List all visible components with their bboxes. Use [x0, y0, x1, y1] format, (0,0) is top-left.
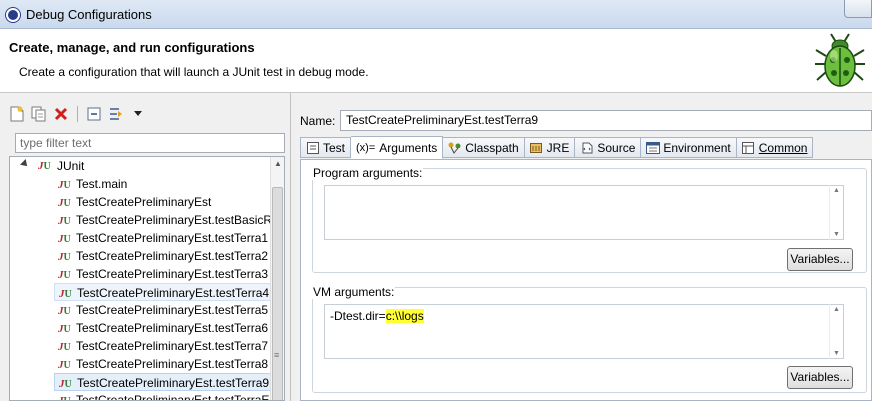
tree-item[interactable]: JU TestCreatePreliminaryEst.testTerra8 [54, 355, 284, 373]
tab-arguments[interactable]: (x)= Arguments [351, 136, 444, 159]
environment-tab-icon [646, 141, 661, 154]
tree-item-label: TestCreatePreliminaryEst.testTerra1 [76, 231, 269, 245]
tree-item-label: TestCreatePreliminaryEst.testTerra2 [76, 249, 269, 263]
tab-label: Common [758, 140, 808, 155]
eclipse-icon [6, 8, 20, 22]
arguments-tab-content: Program arguments: ▲ ▼ Variables... VM ar… [300, 159, 872, 401]
window-title: Debug Configurations [26, 7, 152, 22]
tree-item[interactable]: JU TestCreatePreliminaryEst [54, 193, 284, 211]
view-menu-chevron-down-icon[interactable] [129, 105, 147, 123]
collapse-all-icon[interactable] [85, 105, 103, 123]
configuration-tabs: Test (x)= Arguments Classpath JRE Source [300, 136, 814, 159]
tree-item[interactable]: JU TestCreatePreliminaryEst.testTerra2 [54, 247, 284, 265]
tree-item[interactable]: JU TestCreatePreliminaryEst.testTerra9 [54, 373, 284, 391]
tree-item[interactable]: JU TestCreatePreliminaryEst.testBasicRc [54, 211, 284, 229]
dialog-header: Create, manage, and run configurations C… [0, 29, 872, 93]
tab-common[interactable]: Common [736, 137, 814, 158]
program-variables-button[interactable]: Variables... [787, 248, 853, 271]
junit-icon: JU [58, 395, 71, 401]
tree-item-label: TestCreatePreliminaryEst.testBasicRc [76, 213, 279, 227]
scroll-up-icon[interactable]: ▲ [833, 187, 840, 194]
tree-item-label: TestCreatePreliminaryEst.testTerra7 [76, 339, 269, 353]
tree-item-label: TestCreatePreliminaryEst.testTerra6 [76, 321, 269, 335]
expand-arrow-icon[interactable] [20, 159, 30, 169]
vm-variables-button[interactable]: Variables... [787, 366, 853, 389]
tab-label: Source [597, 140, 636, 155]
tree-item[interactable]: JU TestCreatePreliminaryEst.testTerra7 [54, 337, 284, 355]
tab-label: Environment [663, 140, 731, 155]
dialog-heading: Create, manage, and run configurations [9, 40, 255, 55]
program-arguments-input[interactable] [324, 185, 844, 240]
tree-item-label: TestCreatePreliminaryEst.testTerraEr [76, 393, 274, 401]
vm-arguments-highlighted-path: c:\\logs [385, 309, 424, 323]
common-tab-icon [742, 141, 755, 154]
tab-source[interactable]: Source [575, 137, 642, 158]
tab-test[interactable]: Test [300, 137, 352, 158]
tree-category-junit[interactable]: JU JUnit [10, 157, 272, 175]
new-configuration-icon[interactable] [8, 105, 26, 123]
scroll-down-icon[interactable]: ▼ [833, 231, 840, 238]
tree-scrollbar[interactable]: ▲ ≡ [270, 157, 284, 400]
tree-item-label: TestCreatePreliminaryEst.testTerra3 [76, 267, 269, 281]
delete-configuration-icon[interactable] [52, 105, 70, 123]
vm-arguments-label: VM arguments: [312, 285, 396, 299]
filter-configurations-icon[interactable] [107, 105, 125, 123]
tree-item-label: TestCreatePreliminaryEst.testTerra4 [77, 286, 270, 300]
configuration-tree[interactable]: JU JUnit JU Test.main JU TestCreatePrelimin… [9, 156, 285, 401]
source-tab-icon [580, 142, 593, 154]
scrollbar-grip-icon: ≡ [274, 350, 280, 360]
debug-bug-icon [815, 33, 865, 87]
toolbar-separator [77, 106, 78, 122]
duplicate-configuration-icon[interactable] [30, 105, 48, 123]
dialog-description: Create a configuration that will launch … [19, 65, 369, 79]
tree-item[interactable]: JU TestCreatePreliminaryEst.testTerraEr [54, 391, 284, 401]
name-label: Name: [300, 114, 336, 128]
tab-environment[interactable]: Environment [641, 137, 737, 158]
tab-classpath[interactable]: Classpath [443, 137, 525, 158]
tab-label: Arguments [379, 140, 438, 155]
arguments-tab-icon: (x)= [356, 141, 376, 154]
scrollbar-thumb[interactable] [272, 187, 283, 400]
tab-label: JRE [546, 140, 570, 155]
filter-input[interactable]: type filter text [15, 133, 285, 153]
tree-category-label: JUnit [57, 159, 85, 173]
scroll-up-icon[interactable]: ▲ [274, 159, 282, 168]
scroll-down-icon[interactable]: ▼ [833, 350, 840, 357]
configuration-name-field[interactable]: TestCreatePreliminaryEst.testTerra9 [340, 110, 872, 131]
program-arguments-label: Program arguments: [312, 166, 424, 180]
test-tab-icon [306, 141, 319, 154]
tree-item-label: TestCreatePreliminaryEst [76, 195, 212, 209]
tree-item[interactable]: JU TestCreatePreliminaryEst.testTerra4 [54, 283, 284, 301]
vm-arguments-prefix: -Dtest.dir= [330, 309, 386, 323]
tree-item[interactable]: JU TestCreatePreliminaryEst.testTerra5 [54, 301, 284, 319]
tree-item[interactable]: JU Test.main [54, 175, 284, 193]
tree-item[interactable]: JU TestCreatePreliminaryEst.testTerra6 [54, 319, 284, 337]
classpath-tab-icon [448, 142, 461, 154]
tree-item[interactable]: JU TestCreatePreliminaryEst.testTerra3 [54, 265, 284, 283]
configuration-editor: Name: TestCreatePreliminaryEst.testTerra… [292, 93, 872, 401]
jre-tab-icon [530, 142, 543, 154]
tree-item-label: TestCreatePreliminaryEst.testTerra5 [76, 303, 269, 317]
tree-item[interactable]: JU TestCreatePreliminaryEst.testTerra1 [54, 229, 284, 247]
vm-arguments-scrollbar[interactable]: ▲ ▼ [829, 304, 843, 359]
list-toolbar [8, 103, 147, 125]
tree-item-label: TestCreatePreliminaryEst.testTerra9 [77, 376, 270, 390]
junit-icon: JU [38, 160, 51, 172]
tab-jre[interactable]: JRE [524, 137, 576, 158]
tab-label: Test [323, 140, 346, 155]
tab-label: Classpath [465, 140, 519, 155]
configuration-list-panel: type filter text JU JUnit JU Test.main JU T… [0, 93, 291, 401]
tree-item-label: TestCreatePreliminaryEst.testTerra8 [76, 357, 269, 371]
scroll-up-icon[interactable]: ▲ [833, 306, 840, 313]
close-window-button[interactable] [844, 0, 872, 18]
vm-arguments-input[interactable]: -Dtest.dir=c:\\logs [324, 304, 844, 359]
program-arguments-scrollbar[interactable]: ▲ ▼ [829, 185, 843, 240]
title-bar: Debug Configurations [0, 0, 872, 29]
tree-item-label: Test.main [76, 177, 128, 191]
